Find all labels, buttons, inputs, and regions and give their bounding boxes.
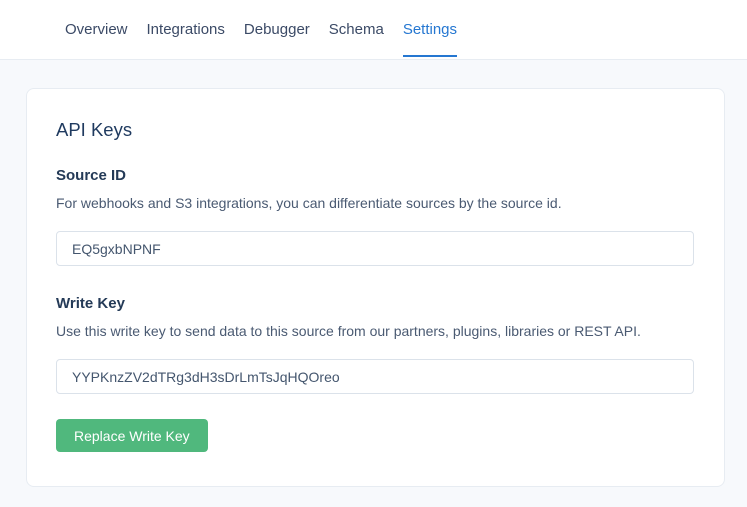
- top-tab-bar: Overview Integrations Debugger Schema Se…: [0, 0, 747, 60]
- source-id-description: For webhooks and S3 integrations, you ca…: [56, 195, 694, 211]
- api-keys-card: API Keys Source ID For webhooks and S3 i…: [26, 88, 725, 487]
- write-key-label: Write Key: [56, 295, 694, 312]
- write-key-field: Write Key Use this write key to send dat…: [56, 295, 694, 394]
- tab-debugger[interactable]: Debugger: [244, 0, 310, 59]
- replace-write-key-button[interactable]: Replace Write Key: [56, 419, 208, 452]
- tab-settings[interactable]: Settings: [403, 0, 457, 59]
- source-id-input[interactable]: [56, 231, 694, 266]
- write-key-description: Use this write key to send data to this …: [56, 323, 694, 339]
- source-id-label: Source ID: [56, 167, 694, 184]
- source-id-field: Source ID For webhooks and S3 integratio…: [56, 167, 694, 266]
- settings-page: API Keys Source ID For webhooks and S3 i…: [0, 60, 747, 487]
- card-title: API Keys: [56, 119, 694, 141]
- tab-overview[interactable]: Overview: [65, 0, 128, 59]
- tab-integrations[interactable]: Integrations: [147, 0, 225, 59]
- write-key-input[interactable]: [56, 359, 694, 394]
- tab-schema[interactable]: Schema: [329, 0, 384, 59]
